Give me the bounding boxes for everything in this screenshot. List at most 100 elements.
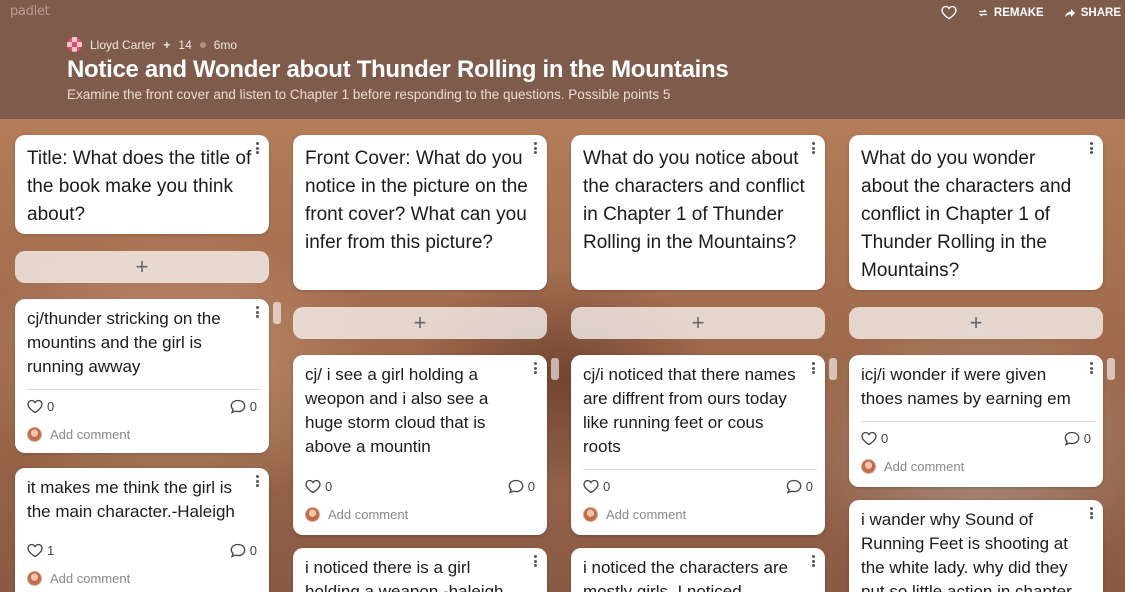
post-card[interactable]: it makes me think the girl is the main c… <box>15 468 269 592</box>
remake-button[interactable]: REMAKE <box>977 7 1044 19</box>
post-text: i noticed there is a girl holding a weap… <box>305 558 504 592</box>
post-card[interactable]: i wander why Sound of Running Feet is sh… <box>849 500 1103 592</box>
comment-count: 0 <box>249 399 257 414</box>
like-button[interactable]: 0 <box>27 399 54 414</box>
user-avatar <box>861 459 876 474</box>
padlet-logo[interactable]: padlet <box>10 4 50 19</box>
post-text: i wander why Sound of Running Feet is sh… <box>861 510 1072 592</box>
column-scrollbar[interactable] <box>551 358 559 380</box>
comment-icon <box>230 543 246 558</box>
share-button[interactable]: SHARE <box>1064 7 1121 19</box>
post-text: cj/i noticed that there names are diffre… <box>583 365 796 456</box>
section-header-card: What do you notice about the characters … <box>571 135 825 290</box>
add-comment-row[interactable]: Add comment <box>583 507 686 522</box>
board-age: 6mo <box>213 37 238 52</box>
like-button[interactable]: 1 <box>27 543 54 558</box>
post-reactions: 0 0 <box>583 479 813 494</box>
post-text: cj/ i see a girl holding a weopon and i … <box>305 365 489 456</box>
post-card[interactable]: i noticed the characters are mostly girl… <box>571 548 825 592</box>
add-post-button[interactable]: + <box>849 307 1103 339</box>
more-options-icon[interactable] <box>529 140 541 156</box>
more-options-icon[interactable] <box>1085 505 1097 521</box>
like-count: 0 <box>325 479 333 494</box>
post-reactions: 1 0 <box>27 543 257 558</box>
comment-count-button[interactable]: 0 <box>1064 431 1091 446</box>
share-label: SHARE <box>1080 6 1121 19</box>
like-button[interactable]: 0 <box>583 479 610 494</box>
share-icon <box>1064 8 1075 17</box>
post-reactions: 0 0 <box>305 479 535 494</box>
section-title: What do you notice about the characters … <box>583 148 805 253</box>
heart-icon <box>941 5 957 20</box>
more-options-icon[interactable] <box>251 140 263 156</box>
post-card[interactable]: i noticed there is a girl holding a weap… <box>293 548 547 592</box>
more-options-icon[interactable] <box>807 553 819 569</box>
post-card[interactable]: cj/thunder stricking on the mountins and… <box>15 299 269 453</box>
comment-count: 0 <box>249 543 257 558</box>
column-scrollbar[interactable] <box>273 302 281 324</box>
like-count: 0 <box>881 431 889 446</box>
author-name[interactable]: Lloyd Carter <box>90 38 155 52</box>
more-options-icon[interactable] <box>251 304 263 320</box>
comment-count-button[interactable]: 0 <box>786 479 813 494</box>
add-post-button[interactable]: + <box>571 307 825 339</box>
like-count: 0 <box>47 399 55 414</box>
comment-count-button[interactable]: 0 <box>230 399 257 414</box>
heart-icon <box>861 431 877 446</box>
like-count: 1 <box>47 543 55 558</box>
add-comment-label: Add comment <box>328 507 409 522</box>
divider <box>583 469 817 470</box>
like-board-button[interactable] <box>941 5 957 20</box>
remake-icon <box>978 9 987 16</box>
user-avatar <box>583 507 598 522</box>
column-scrollbar[interactable] <box>829 358 837 380</box>
post-text: it makes me think the girl is the main c… <box>27 478 235 521</box>
column-scrollbar[interactable] <box>1107 358 1115 380</box>
post-reactions: 0 0 <box>27 399 257 414</box>
divider <box>861 421 1095 422</box>
comment-count-button[interactable]: 0 <box>230 543 257 558</box>
more-options-icon[interactable] <box>807 140 819 156</box>
more-options-icon[interactable] <box>529 553 541 569</box>
add-comment-row[interactable]: Add comment <box>305 507 408 522</box>
author-avatar <box>67 37 82 52</box>
add-comment-label: Add comment <box>606 507 687 522</box>
more-options-icon[interactable] <box>251 473 263 489</box>
like-button[interactable]: 0 <box>305 479 332 494</box>
add-comment-row[interactable]: Add comment <box>861 459 964 474</box>
separator-dot <box>199 41 206 48</box>
section-title: Front Cover: What do you notice in the p… <box>305 148 528 253</box>
post-text: cj/thunder stricking on the mountins and… <box>27 309 221 376</box>
add-post-button[interactable]: + <box>15 251 269 283</box>
add-post-button[interactable]: + <box>293 307 547 339</box>
like-button[interactable]: 0 <box>861 431 888 446</box>
board-header: padlet REMAKE SHARE Lloyd Carter + 14 6m… <box>0 0 1125 119</box>
post-text: i noticed the characters are mostly girl… <box>583 558 789 592</box>
section-title: What do you wonder about the characters … <box>861 148 1072 281</box>
post-card[interactable]: icj/i wonder if were given thoes names b… <box>849 355 1103 487</box>
add-comment-row[interactable]: Add comment <box>27 571 130 586</box>
comment-icon <box>1064 431 1080 446</box>
board-subtitle: Examine the front cover and listen to Ch… <box>67 87 671 102</box>
more-options-icon[interactable] <box>807 360 819 376</box>
post-card[interactable]: cj/i noticed that there names are diffre… <box>571 355 825 535</box>
more-options-icon[interactable] <box>1085 140 1097 156</box>
heart-icon <box>27 543 43 558</box>
add-comment-row[interactable]: Add comment <box>27 427 130 442</box>
post-card[interactable]: cj/ i see a girl holding a weopon and i … <box>293 355 547 535</box>
comment-icon <box>508 479 524 494</box>
comment-count: 0 <box>1083 431 1091 446</box>
comment-count-button[interactable]: 0 <box>508 479 535 494</box>
add-comment-label: Add comment <box>50 571 131 586</box>
board-title: Notice and Wonder about Thunder Rolling … <box>67 56 729 83</box>
add-comment-label: Add comment <box>50 427 131 442</box>
more-options-icon[interactable] <box>529 360 541 376</box>
user-avatar <box>27 571 42 586</box>
user-avatar <box>305 507 320 522</box>
section-header-card: Title: What does the title of the book m… <box>15 135 269 234</box>
heart-icon <box>583 479 599 494</box>
comment-count: 0 <box>805 479 813 494</box>
remake-label: REMAKE <box>993 6 1044 19</box>
more-options-icon[interactable] <box>1085 360 1097 376</box>
top-actions: REMAKE SHARE <box>941 5 1121 20</box>
